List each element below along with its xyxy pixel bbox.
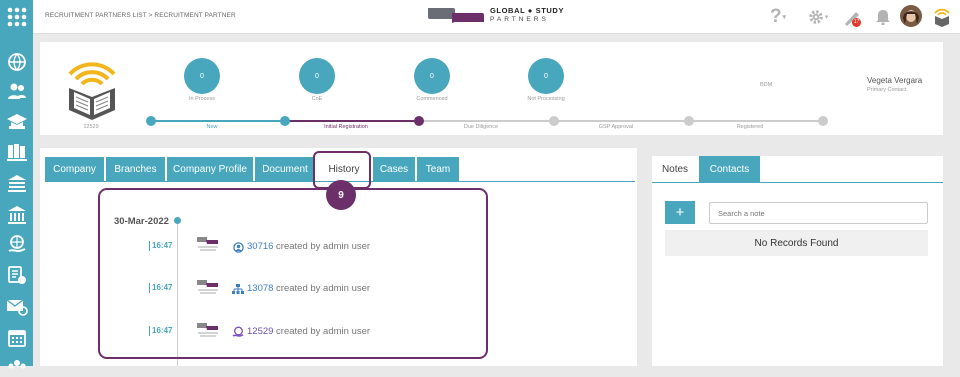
org-icon[interactable] xyxy=(5,355,28,377)
tab-company[interactable]: Company xyxy=(45,157,104,181)
main-panel: Company Branches Company Profile Documen… xyxy=(40,148,637,366)
tab-document[interactable]: Document xyxy=(255,157,315,181)
top-bar: RECRUITMENT PARTNERS LIST > RECRUITMENT … xyxy=(33,0,960,34)
logo-line1: GLOBAL ● STUDY xyxy=(490,6,565,15)
help-icon[interactable]: ? ▾ xyxy=(766,6,790,27)
stage-label-registered: Registered xyxy=(736,124,764,130)
stage-line-rest xyxy=(419,120,824,122)
contact-role: Primary Contact xyxy=(867,87,907,93)
tab-contacts[interactable]: Contacts xyxy=(699,156,760,182)
stat-not-processing-circle[interactable]: 0 xyxy=(528,58,564,94)
partner-summary-card: 12529 0 In Process 0 CoE 0 Commenced 0 N… xyxy=(40,42,943,135)
partner-logo-icon[interactable] xyxy=(931,5,953,27)
globe-icon[interactable] xyxy=(5,51,28,73)
tab-bar: Company Branches Company Profile Documen… xyxy=(45,157,461,181)
logo-line2: PARTNERS xyxy=(490,16,549,23)
sidebar xyxy=(0,0,33,369)
school-icon[interactable] xyxy=(5,172,28,194)
stat-in-process-label: In Process xyxy=(189,96,215,102)
stage-dot-registered xyxy=(818,116,828,126)
stat-coe-label: CoE xyxy=(311,96,323,102)
tab-company-profile[interactable]: Company Profile xyxy=(167,157,253,181)
stage-label-new: New xyxy=(206,124,218,130)
stage-label-gsp-approval: GSP Approval xyxy=(598,124,634,130)
contact-name[interactable]: Vegeta Vergara xyxy=(867,76,922,85)
checklist-clock-icon[interactable] xyxy=(5,264,28,286)
stage-label-due-diligence: Due Diligence xyxy=(463,124,499,130)
stat-commenced-label: Commenced xyxy=(416,96,448,102)
stage-line-2 xyxy=(285,120,419,122)
breadcrumb[interactable]: RECRUITMENT PARTNERS LIST > RECRUITMENT … xyxy=(45,12,236,19)
stat-not-processing-label: Not Processing xyxy=(527,96,565,102)
logo-mark-icon xyxy=(428,8,484,23)
tab-notes[interactable]: Notes xyxy=(652,156,698,182)
menu-grid-icon[interactable] xyxy=(5,6,28,28)
notes-tab-underline xyxy=(652,182,943,183)
graduation-icon[interactable] xyxy=(5,111,28,133)
history-content-highlight xyxy=(98,188,488,359)
calendar-icon[interactable] xyxy=(5,327,28,349)
stage-dot-new xyxy=(280,116,290,126)
tab-branches[interactable]: Branches xyxy=(106,157,165,181)
avatar[interactable] xyxy=(900,5,922,27)
tab-cases[interactable]: Cases xyxy=(373,157,415,181)
books-icon[interactable] xyxy=(5,141,28,163)
gsp-logo[interactable]: GLOBAL ● STUDY PARTNERS xyxy=(427,6,564,24)
settings-gear-icon[interactable]: ▾ xyxy=(805,7,831,27)
stage-dot-gsp-approval xyxy=(684,116,694,126)
partner-logo xyxy=(68,62,116,120)
bdm-label: BDM xyxy=(760,82,773,88)
no-records-message: No Records Found xyxy=(665,230,928,256)
partner-id: 12529 xyxy=(83,124,99,130)
mail-at-icon[interactable] xyxy=(5,296,28,318)
stage-dot-due-diligence xyxy=(549,116,559,126)
bell-icon[interactable] xyxy=(873,7,893,27)
megaphone-icon[interactable]: 17 xyxy=(841,7,863,29)
stat-commenced-circle[interactable]: 0 xyxy=(414,58,450,94)
globe-hand-icon[interactable] xyxy=(5,233,28,255)
stage-label-initial-registration: Initial Registration xyxy=(324,124,368,130)
stat-coe-circle[interactable]: 0 xyxy=(299,58,335,94)
note-search-input[interactable] xyxy=(709,202,928,224)
help-label: ? xyxy=(769,6,782,27)
users-icon[interactable] xyxy=(5,80,28,102)
add-note-button[interactable]: + xyxy=(665,201,695,224)
stage-dot-initial-registration xyxy=(414,116,424,126)
stat-in-process-circle[interactable]: 0 xyxy=(184,58,220,94)
tab-team[interactable]: Team xyxy=(417,157,459,181)
institution-icon[interactable] xyxy=(5,204,28,226)
annotation-number-badge: 9 xyxy=(326,180,356,210)
stage-dot-start xyxy=(146,116,156,126)
stage-line-1 xyxy=(155,120,285,122)
notification-badge: 17 xyxy=(852,18,861,27)
notes-panel: Notes Contacts + No Records Found xyxy=(652,156,943,366)
